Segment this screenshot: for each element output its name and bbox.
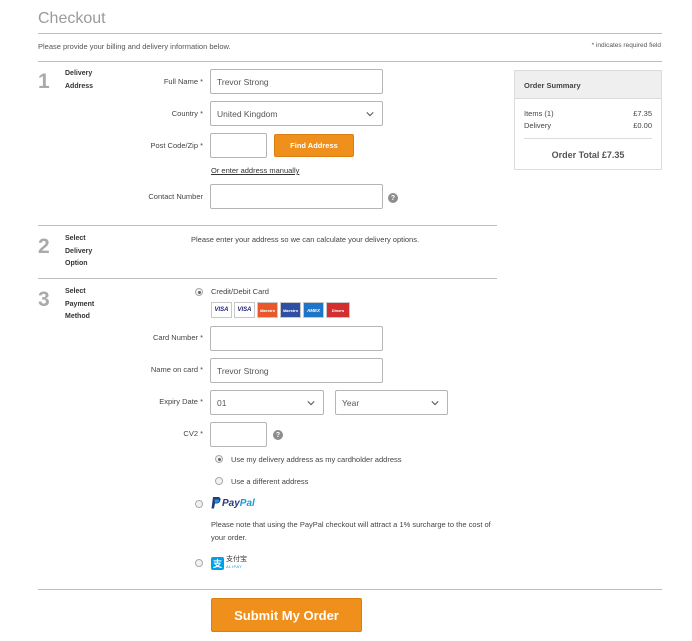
- step-2-number: 2: [38, 235, 50, 258]
- contact-number-label: Contact Number: [148, 192, 203, 201]
- step-2-label: Select Delivery Option: [65, 233, 115, 271]
- expiry-year-select[interactable]: Year: [335, 390, 448, 415]
- step-2-label-line2: Delivery: [65, 247, 93, 255]
- section-divider-1: [38, 225, 497, 226]
- paypal-p-icon: [211, 497, 221, 509]
- name-on-card-input[interactable]: Trevor Strong: [210, 358, 383, 383]
- cv2-help-icon[interactable]: ?: [273, 430, 283, 440]
- header-divider: [38, 33, 662, 34]
- submit-order-button[interactable]: Submit My Order: [211, 598, 362, 632]
- alipay-mark-icon: 支: [211, 556, 224, 570]
- country-value: United Kingdom: [217, 108, 278, 119]
- amex-logo-icon: AMEX: [303, 302, 324, 318]
- step-3-label-line3: Method: [65, 313, 90, 320]
- summary-items-row: Items (1) £7.35: [524, 109, 652, 118]
- expiry-date-label: Expiry Date *: [159, 397, 203, 406]
- section-divider-bottom: [38, 589, 662, 590]
- step-1-number: 1: [38, 70, 50, 93]
- required-note: * indicates required field: [591, 42, 661, 49]
- paypal-logo-text-2: Pal: [239, 497, 255, 509]
- summary-items-label: Items (1): [524, 109, 554, 118]
- step-3-number: 3: [38, 288, 50, 311]
- card-payment-radio[interactable]: [195, 288, 203, 296]
- alipay-logo-text: 支付宝: [226, 556, 247, 563]
- summary-delivery-row: Delivery £0.00: [524, 121, 652, 130]
- use-delivery-address-label: Use my delivery address as my cardholder…: [231, 455, 402, 464]
- cv2-input[interactable]: [210, 422, 267, 447]
- step-3-label: Select Payment Method: [65, 286, 115, 324]
- delivery-options-message: Please enter your address so we can calc…: [191, 235, 420, 244]
- chevron-down-icon: [366, 112, 374, 117]
- find-address-button[interactable]: Find Address: [274, 134, 354, 157]
- use-different-address-radio[interactable]: [215, 477, 223, 485]
- cv2-label: CV2 *: [183, 429, 203, 438]
- summary-delivery-label: Delivery: [524, 121, 552, 130]
- country-label: Country *: [171, 109, 203, 118]
- step-2-label-line3: Option: [65, 260, 88, 267]
- paypal-logo-icon: Pay Pal: [211, 497, 255, 509]
- name-on-card-label: Name on card *: [150, 365, 203, 374]
- visa-electron-logo-icon: VISA: [234, 302, 255, 318]
- chevron-down-icon: [431, 401, 439, 406]
- expiry-month-select[interactable]: 01: [210, 390, 324, 415]
- card-number-input[interactable]: [210, 326, 383, 351]
- page-title: Checkout: [38, 10, 106, 27]
- use-different-address-label: Use a different address: [231, 477, 309, 486]
- maestro-logo-icon: Maestro: [257, 302, 278, 318]
- maestro-blue-logo-icon: Maestro: [280, 302, 301, 318]
- paypal-radio[interactable]: [195, 500, 203, 508]
- order-summary-panel: Order Summary Items (1) £7.35 Delivery £…: [514, 70, 662, 170]
- visa-logo-icon: VISA: [211, 302, 232, 318]
- expiry-month-value: 01: [217, 397, 227, 408]
- summary-delivery-value: £0.00: [633, 121, 652, 130]
- diners-logo-icon: Diners: [326, 302, 350, 318]
- alipay-logo-subtext: ALIPAY: [226, 564, 243, 569]
- summary-items-value: £7.35: [633, 109, 652, 118]
- step-2-label-line1: Select: [65, 235, 86, 242]
- step-3-label-line2: Payment: [65, 300, 95, 308]
- alipay-radio[interactable]: [195, 559, 203, 567]
- expiry-year-value: Year: [342, 397, 360, 408]
- intro-text: Please provide your billing and delivery…: [38, 42, 231, 51]
- postcode-input[interactable]: [210, 133, 267, 158]
- alipay-logo-icon: 支 支付宝 ALIPAY: [211, 556, 247, 570]
- postcode-label: Post Code/Zip *: [150, 141, 203, 150]
- name-on-card-value: Trevor Strong: [217, 365, 269, 376]
- order-total: Order Total £7.35: [551, 150, 625, 160]
- full-name-value: Trevor Strong: [217, 76, 269, 87]
- enter-address-manually-link[interactable]: Or enter address manually: [211, 166, 299, 175]
- paypal-surcharge-note: Please note that using the PayPal checko…: [211, 520, 491, 542]
- section-divider-top: [38, 61, 662, 62]
- paypal-logo-text-1: Pay: [222, 497, 240, 509]
- help-icon[interactable]: ?: [388, 193, 398, 203]
- contact-number-input[interactable]: [210, 184, 383, 209]
- card-option-label: Credit/Debit Card: [211, 287, 269, 296]
- country-select[interactable]: United Kingdom: [210, 101, 383, 126]
- use-delivery-address-radio[interactable]: [215, 455, 223, 463]
- card-number-label: Card Number *: [152, 333, 203, 342]
- chevron-down-icon: [307, 401, 315, 406]
- section-divider-2: [38, 278, 497, 279]
- step-3-label-line1: Select: [65, 288, 86, 295]
- full-name-label: Full Name *: [163, 77, 203, 86]
- summary-divider: [524, 138, 652, 139]
- full-name-input[interactable]: Trevor Strong: [210, 69, 383, 94]
- order-summary-heading: Order Summary: [515, 71, 661, 99]
